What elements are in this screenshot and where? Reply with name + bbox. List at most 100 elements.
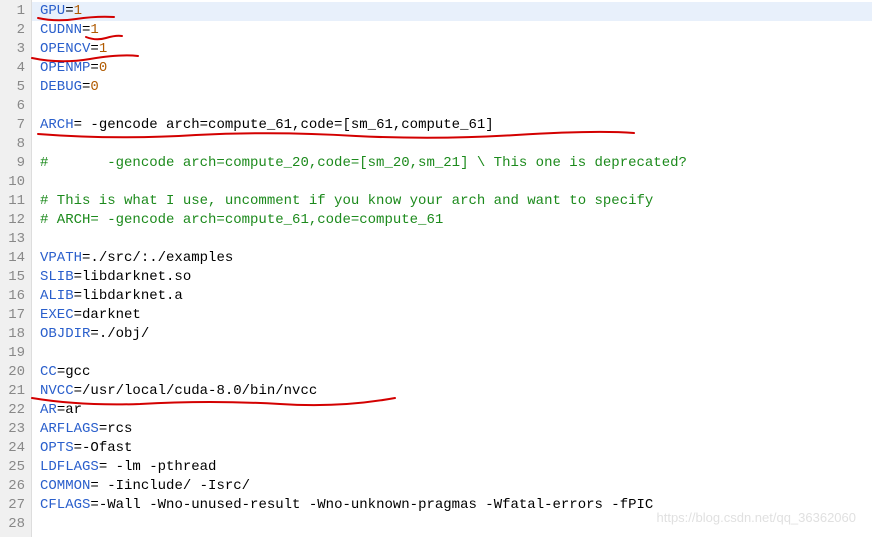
code-line[interactable]: DEBUG=0 <box>40 78 872 97</box>
line-number: 6 <box>0 97 25 116</box>
line-number: 24 <box>0 439 25 458</box>
token-txt: ./src/:./examples <box>90 250 233 266</box>
code-line[interactable]: SLIB=libdarknet.so <box>40 268 872 287</box>
token-kw: ARFLAGS <box>40 421 99 437</box>
code-line[interactable]: ARFLAGS=rcs <box>40 420 872 439</box>
token-kw: CUDNN <box>40 22 82 38</box>
token-kw: OBJDIR <box>40 326 90 342</box>
code-line[interactable]: OBJDIR=./obj/ <box>40 325 872 344</box>
code-area[interactable]: GPU=1CUDNN=1OPENCV=1OPENMP=0DEBUG=0 ARCH… <box>32 0 872 537</box>
line-number: 10 <box>0 173 25 192</box>
token-op: = <box>90 497 98 513</box>
line-number: 14 <box>0 249 25 268</box>
code-line[interactable]: # ARCH= -gencode arch=compute_61,code=co… <box>40 211 872 230</box>
token-txt: -lm -pthread <box>116 459 217 475</box>
code-line[interactable]: CUDNN=1 <box>40 21 872 40</box>
token-txt: rcs <box>107 421 132 437</box>
token-kw: AR <box>40 402 57 418</box>
token-kw: EXEC <box>40 307 74 323</box>
current-line-highlight <box>32 2 872 21</box>
token-num: 1 <box>90 22 98 38</box>
code-line[interactable]: COMMON= -Iinclude/ -Isrc/ <box>40 477 872 496</box>
code-line[interactable]: # -gencode arch=compute_20,code=[sm_20,s… <box>40 154 872 173</box>
token-op: = <box>90 478 107 494</box>
line-number: 26 <box>0 477 25 496</box>
line-number: 2 <box>0 21 25 40</box>
line-number: 18 <box>0 325 25 344</box>
token-kw: VPATH <box>40 250 82 266</box>
token-num: 1 <box>74 3 82 19</box>
code-line[interactable]: # This is what I use, uncomment if you k… <box>40 192 872 211</box>
line-number: 15 <box>0 268 25 287</box>
code-line[interactable]: AR=ar <box>40 401 872 420</box>
token-txt: /usr/local/cuda-8.0/bin/nvcc <box>82 383 317 399</box>
token-num: 0 <box>99 60 107 76</box>
code-line[interactable] <box>40 230 872 249</box>
code-line[interactable]: EXEC=darknet <box>40 306 872 325</box>
token-op: = <box>57 364 65 380</box>
line-number: 8 <box>0 135 25 154</box>
token-kw: OPTS <box>40 440 74 456</box>
line-number: 3 <box>0 40 25 59</box>
token-kw: GPU <box>40 3 65 19</box>
token-op: = <box>99 421 107 437</box>
token-op: = <box>65 3 73 19</box>
token-kw: DEBUG <box>40 79 82 95</box>
token-kw: ARCH <box>40 117 74 133</box>
token-op: = <box>90 60 98 76</box>
line-number: 25 <box>0 458 25 477</box>
token-kw: CC <box>40 364 57 380</box>
token-kw: ALIB <box>40 288 74 304</box>
token-op: = <box>74 383 82 399</box>
code-line[interactable]: VPATH=./src/:./examples <box>40 249 872 268</box>
line-number: 21 <box>0 382 25 401</box>
token-cmt: # This is what I use, uncomment if you k… <box>40 193 653 209</box>
token-txt: ./obj/ <box>99 326 149 342</box>
code-line[interactable]: ALIB=libdarknet.a <box>40 287 872 306</box>
token-kw: OPENMP <box>40 60 90 76</box>
token-op: = <box>74 269 82 285</box>
code-line[interactable]: ARCH= -gencode arch=compute_61,code=[sm_… <box>40 116 872 135</box>
token-cmt: # ARCH= -gencode arch=compute_61,code=co… <box>40 212 443 228</box>
token-txt: -Iinclude/ -Isrc/ <box>107 478 250 494</box>
token-kw: LDFLAGS <box>40 459 99 475</box>
code-line[interactable] <box>40 173 872 192</box>
token-op: = <box>74 307 82 323</box>
code-line[interactable]: OPTS=-Ofast <box>40 439 872 458</box>
token-op: = <box>99 459 116 475</box>
token-txt: -gencode arch=compute_61,code=[sm_61,com… <box>90 117 493 133</box>
line-number: 4 <box>0 59 25 78</box>
token-num: 1 <box>99 41 107 57</box>
token-op: = <box>90 41 98 57</box>
line-number: 28 <box>0 515 25 534</box>
code-line[interactable]: LDFLAGS= -lm -pthread <box>40 458 872 477</box>
token-kw: OPENCV <box>40 41 90 57</box>
token-op: = <box>74 117 91 133</box>
token-txt: -Wall -Wno-unused-result -Wno-unknown-pr… <box>99 497 654 513</box>
code-line[interactable]: OPENCV=1 <box>40 40 872 59</box>
line-number: 23 <box>0 420 25 439</box>
token-kw: NVCC <box>40 383 74 399</box>
token-op: = <box>74 288 82 304</box>
code-line[interactable]: OPENMP=0 <box>40 59 872 78</box>
token-op: = <box>90 326 98 342</box>
code-line[interactable] <box>40 135 872 154</box>
line-number: 16 <box>0 287 25 306</box>
line-number: 27 <box>0 496 25 515</box>
token-op: = <box>74 440 82 456</box>
code-line[interactable]: CC=gcc <box>40 363 872 382</box>
line-number: 7 <box>0 116 25 135</box>
line-number: 19 <box>0 344 25 363</box>
line-number: 22 <box>0 401 25 420</box>
line-number: 13 <box>0 230 25 249</box>
code-line[interactable] <box>40 97 872 116</box>
token-txt: darknet <box>82 307 141 323</box>
token-txt: libdarknet.a <box>82 288 183 304</box>
line-number: 17 <box>0 306 25 325</box>
line-number: 20 <box>0 363 25 382</box>
code-line[interactable]: NVCC=/usr/local/cuda-8.0/bin/nvcc <box>40 382 872 401</box>
code-line[interactable] <box>40 344 872 363</box>
token-cmt: # -gencode arch=compute_20,code=[sm_20,s… <box>40 155 687 171</box>
token-txt: libdarknet.so <box>82 269 191 285</box>
code-editor: 1234567891011121314151617181920212223242… <box>0 0 872 537</box>
